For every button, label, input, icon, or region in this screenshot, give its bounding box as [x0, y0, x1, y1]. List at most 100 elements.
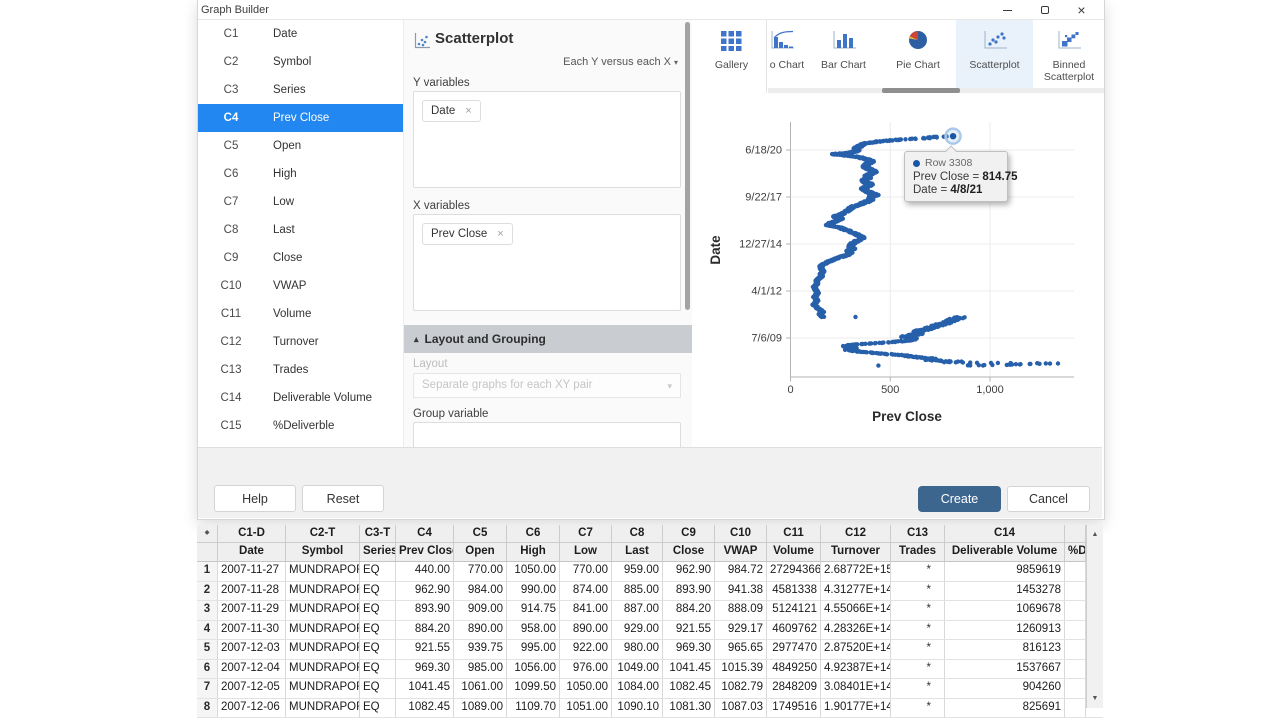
cell-low[interactable]: 770.00 [560, 562, 612, 581]
cell-symbol[interactable]: MUNDRAPORT [286, 601, 360, 620]
cell-prev-close[interactable]: 440.00 [396, 562, 454, 581]
gallery-tile-gallery[interactable]: Gallery [697, 20, 767, 93]
variable-chip-prev-close[interactable]: Prev Close× [422, 223, 513, 245]
column-item-c15[interactable]: C15%Deliverble [198, 412, 403, 440]
cell-%d[interactable] [1065, 621, 1086, 640]
cell-series[interactable]: EQ [360, 679, 396, 698]
layout-grouping-section-header[interactable]: ▴ Layout and Grouping [404, 325, 692, 353]
cell-turnover[interactable]: 1.90177E+14 [821, 699, 891, 718]
gallery-tile-binned-scatterplot[interactable]: Binned Scatterplot [1033, 20, 1104, 93]
cell-close[interactable]: 962.90 [663, 562, 715, 581]
column-header-C13[interactable]: C13 [891, 525, 945, 542]
cell-turnover[interactable]: 4.31277E+14 [821, 582, 891, 601]
column-name-header[interactable]: Trades [891, 543, 945, 561]
worksheet-corner-icon[interactable]: ◆ [197, 525, 218, 542]
cell-open[interactable]: 1061.00 [454, 679, 507, 698]
column-item-c2[interactable]: C2Symbol [198, 48, 403, 76]
column-item-c7[interactable]: C7Low [198, 188, 403, 216]
column-header-C7[interactable]: C7 [560, 525, 612, 542]
cell-prev-close[interactable]: 1041.45 [396, 679, 454, 698]
cell-series[interactable]: EQ [360, 640, 396, 659]
column-name-header[interactable]: Date [218, 543, 286, 561]
column-header-C11[interactable]: C11 [767, 525, 821, 542]
scroll-up-icon[interactable]: ▲ [1087, 526, 1103, 543]
variable-chip-date[interactable]: Date× [422, 100, 481, 122]
column-item-c5[interactable]: C5Open [198, 132, 403, 160]
cell-trades[interactable]: * [891, 679, 945, 698]
column-item-c11[interactable]: C11Volume [198, 300, 403, 328]
cell-series[interactable]: EQ [360, 582, 396, 601]
help-button[interactable]: Help [214, 485, 296, 512]
cell-series[interactable]: EQ [360, 699, 396, 718]
cell-trades[interactable]: * [891, 640, 945, 659]
cell-deliverable-volume[interactable]: 1260913 [945, 621, 1065, 640]
cell-prev-close[interactable]: 969.30 [396, 660, 454, 679]
column-item-c12[interactable]: C12Turnover [198, 328, 403, 356]
column-name-header[interactable]: Close [663, 543, 715, 561]
cell-deliverable-volume[interactable]: 1069678 [945, 601, 1065, 620]
gallery-tile-scatterplot[interactable]: Scatterplot [956, 20, 1033, 93]
column-item-c4[interactable]: C4Prev Close [198, 104, 403, 132]
column-item-c9[interactable]: C9Close [198, 244, 403, 272]
row-number[interactable]: 4 [197, 621, 218, 640]
column-name-header[interactable]: Open [454, 543, 507, 561]
cell-date[interactable]: 2007-11-27 [218, 562, 286, 581]
column-name-header[interactable]: Low [560, 543, 612, 561]
cell-%d[interactable] [1065, 640, 1086, 659]
restore-button[interactable] [1026, 0, 1063, 20]
cell-open[interactable]: 890.00 [454, 621, 507, 640]
column-item-c10[interactable]: C10VWAP [198, 272, 403, 300]
cell-open[interactable]: 1089.00 [454, 699, 507, 718]
cell-close[interactable]: 884.20 [663, 601, 715, 620]
column-header-C3-T[interactable]: C3-T [360, 525, 396, 542]
column-header-clipped[interactable] [1065, 525, 1086, 542]
column-name-header[interactable]: VWAP [715, 543, 767, 561]
row-number[interactable]: 2 [197, 582, 218, 601]
cell-last[interactable]: 980.00 [612, 640, 663, 659]
cell-date[interactable]: 2007-11-28 [218, 582, 286, 601]
cell-deliverable-volume[interactable]: 1453278 [945, 582, 1065, 601]
cell-deliverable-volume[interactable]: 816123 [945, 640, 1065, 659]
cell-series[interactable]: EQ [360, 562, 396, 581]
cell-turnover[interactable]: 2.87520E+14 [821, 640, 891, 659]
row-number[interactable]: 5 [197, 640, 218, 659]
column-name-header[interactable]: Last [612, 543, 663, 561]
cell-deliverable-volume[interactable]: 904260 [945, 679, 1065, 698]
column-item-c8[interactable]: C8Last [198, 216, 403, 244]
cell-open[interactable]: 985.00 [454, 660, 507, 679]
cell-prev-close[interactable]: 884.20 [396, 621, 454, 640]
cell-close[interactable]: 921.55 [663, 621, 715, 640]
cell-low[interactable]: 874.00 [560, 582, 612, 601]
cell-trades[interactable]: * [891, 621, 945, 640]
gallery-tile-pie-chart[interactable]: Pie Chart [880, 20, 956, 93]
row-number[interactable]: 1 [197, 562, 218, 581]
cell-high[interactable]: 995.00 [507, 640, 560, 659]
row-number[interactable]: 8 [197, 699, 218, 718]
cell-symbol[interactable]: MUNDRAPORT [286, 621, 360, 640]
column-item-c6[interactable]: C6High [198, 160, 403, 188]
cell-volume[interactable]: 1749516 [767, 699, 821, 718]
cell-high[interactable]: 1056.00 [507, 660, 560, 679]
cell-vwap[interactable]: 1082.79 [715, 679, 767, 698]
cell-%d[interactable] [1065, 601, 1086, 620]
cell-vwap[interactable]: 941.38 [715, 582, 767, 601]
highlighted-point[interactable] [945, 128, 961, 144]
gallery-scrollbar-thumb[interactable] [882, 88, 960, 93]
cell-turnover[interactable]: 4.92387E+14 [821, 660, 891, 679]
cell-turnover[interactable]: 2.68772E+15 [821, 562, 891, 581]
column-item-c14[interactable]: C14Deliverable Volume [198, 384, 403, 412]
cell-low[interactable]: 1051.00 [560, 699, 612, 718]
column-header-C2-T[interactable]: C2-T [286, 525, 360, 542]
column-name-header[interactable]: Prev Close [396, 543, 454, 561]
column-item-c13[interactable]: C13Trades [198, 356, 403, 384]
minimize-button[interactable] [989, 0, 1026, 20]
cell-high[interactable]: 990.00 [507, 582, 560, 601]
column-name-header[interactable]: Symbol [286, 543, 360, 561]
column-name-header[interactable]: High [507, 543, 560, 561]
cell-prev-close[interactable]: 921.55 [396, 640, 454, 659]
column-name-header[interactable]: Turnover [821, 543, 891, 561]
cell-vwap[interactable]: 1015.39 [715, 660, 767, 679]
layout-dropdown[interactable]: Separate graphs for each XY pair ▾ [413, 373, 681, 398]
create-button[interactable]: Create [918, 486, 1001, 512]
column-header-C5[interactable]: C5 [454, 525, 507, 542]
